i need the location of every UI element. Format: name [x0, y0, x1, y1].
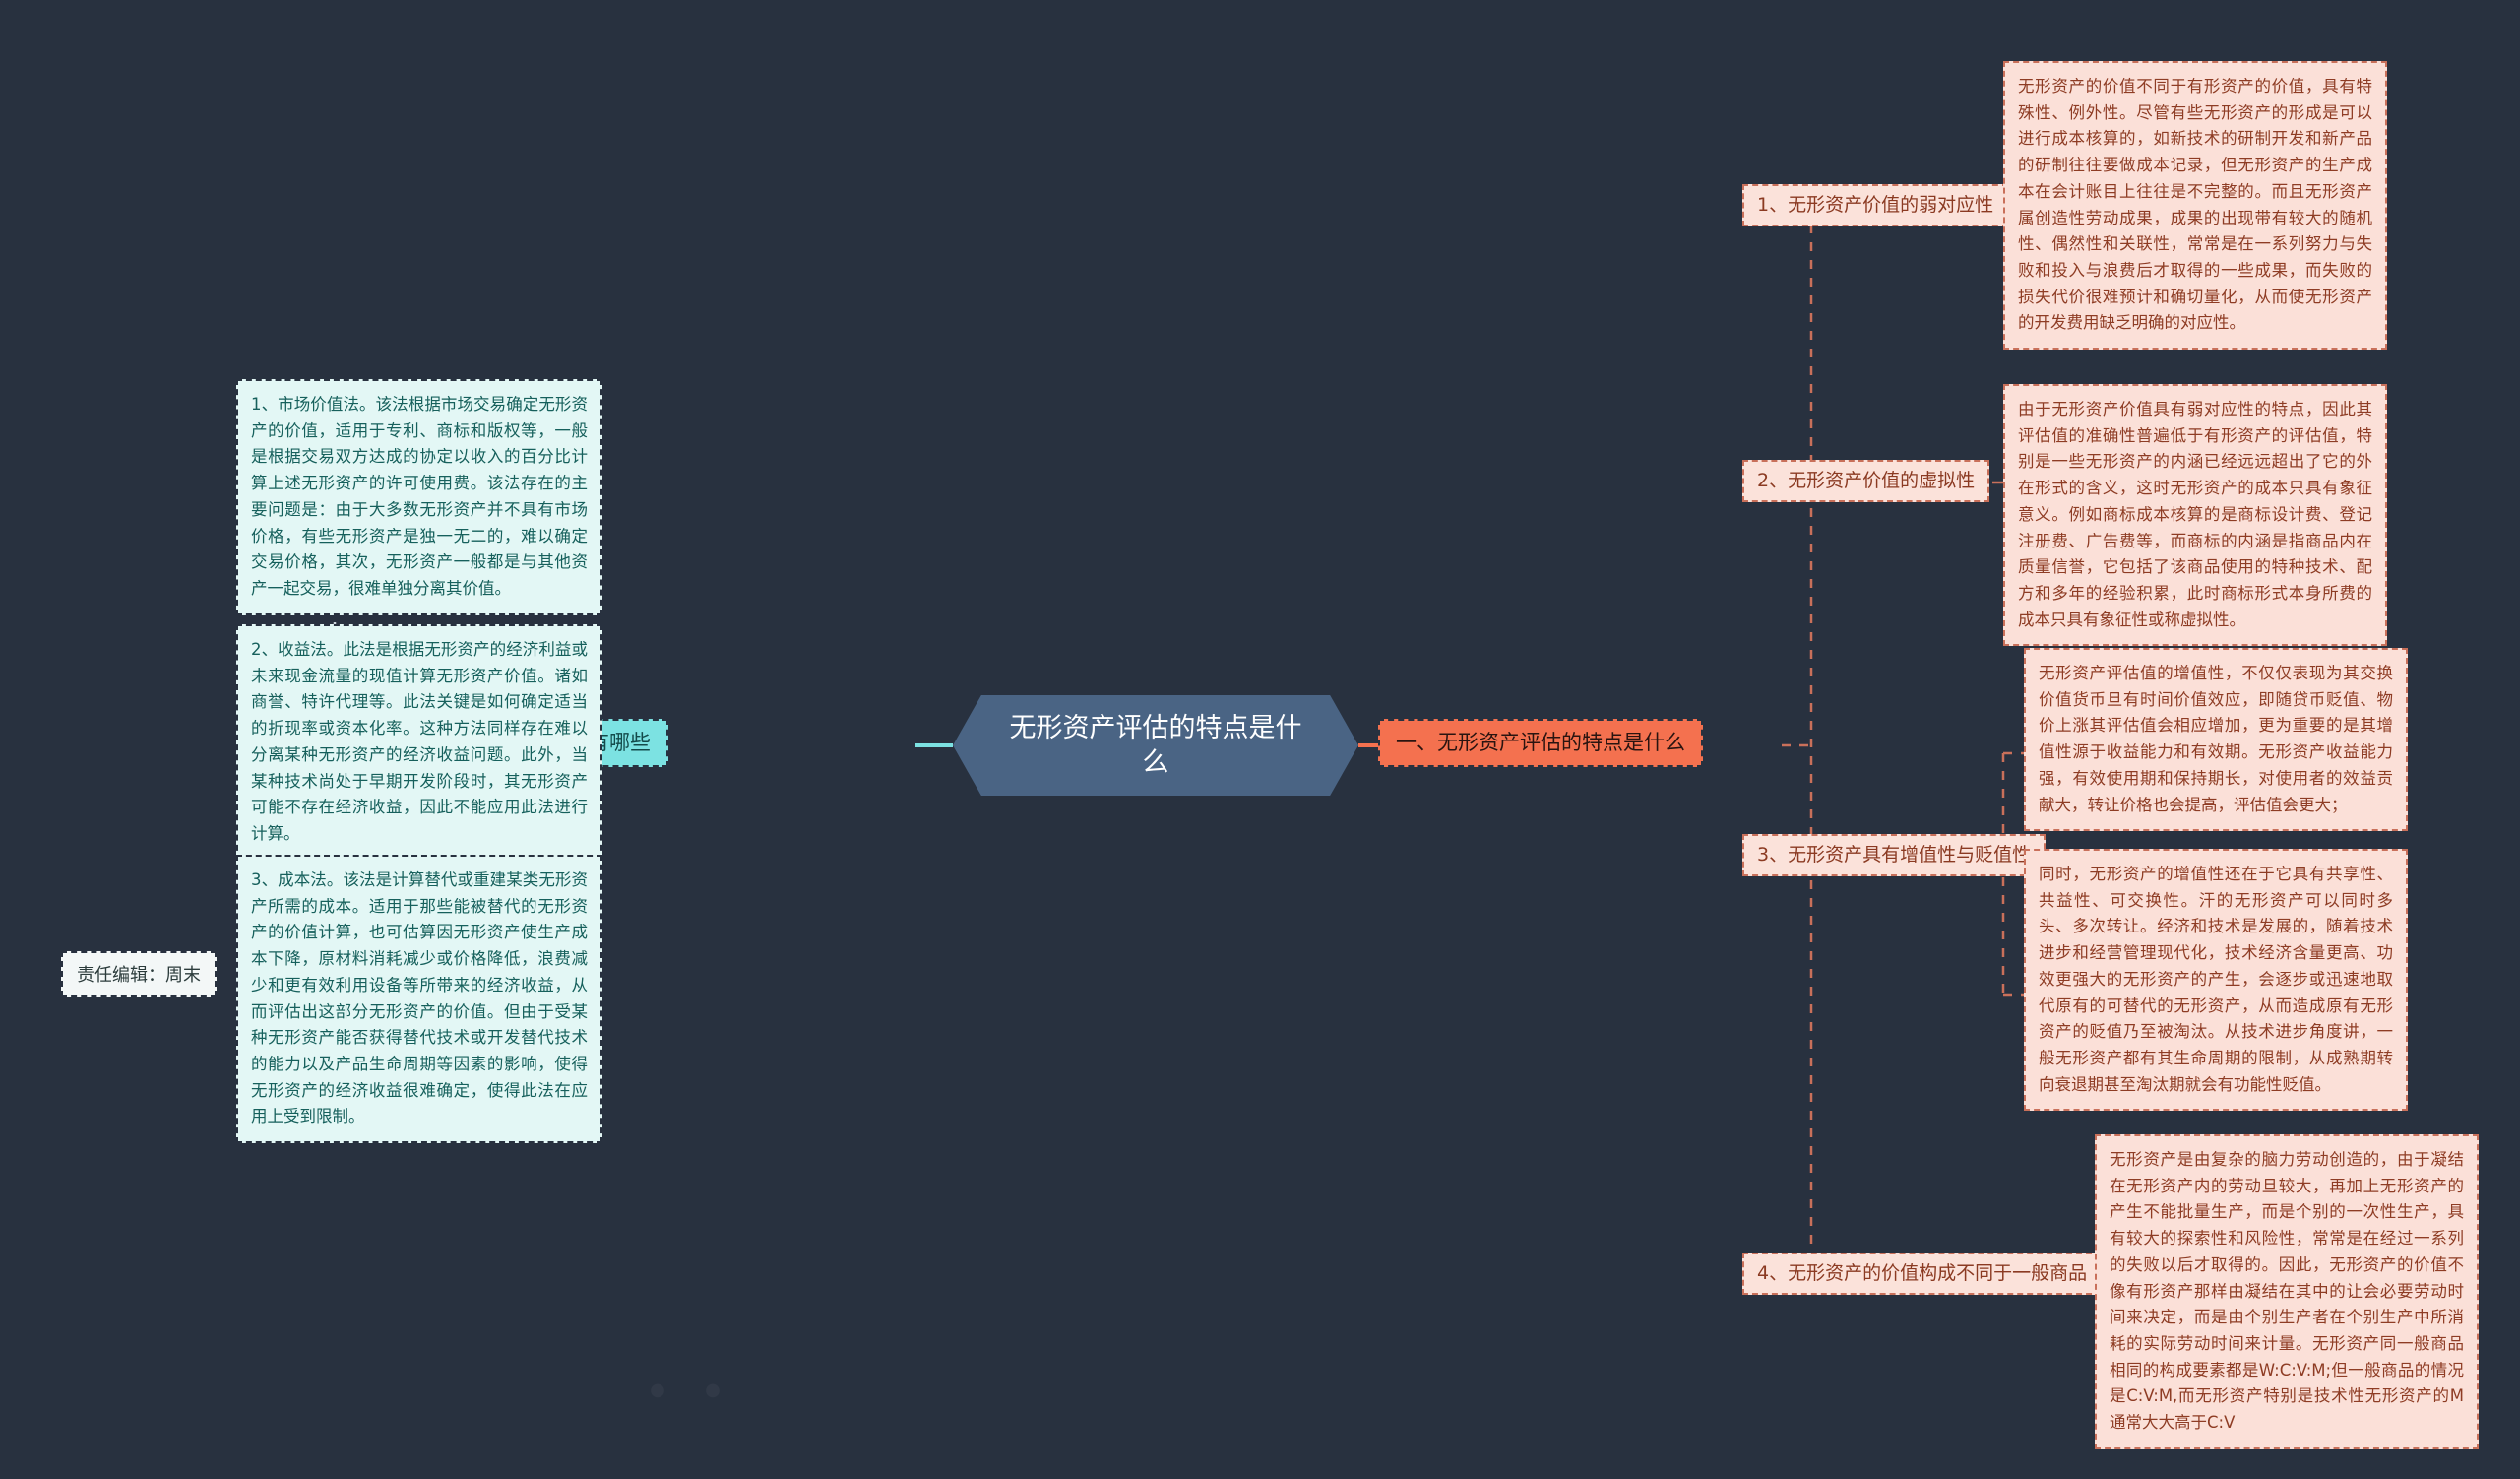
panel-income-method[interactable]: 2、收益法。此法是根据无形资产的经济利益或未来现金流量的现值计算无形资产价值。诸… — [236, 624, 602, 861]
subnode-appreciation-depreciation[interactable]: 3、无形资产具有增值性与贬值性 — [1742, 834, 2047, 876]
subnode-virtuality-label: 2、无形资产价值的虚拟性 — [1757, 470, 1976, 491]
panel-appreciation-detail[interactable]: 无形资产评估值的增值性，不仅仅表现为其交换价值货币旦有时间价值效应，即随贷币贬值… — [2024, 648, 2408, 832]
watermark-text: ・・ — [630, 1349, 740, 1429]
branch-evaluation-features-label: 一、无形资产评估的特点是什么 — [1396, 731, 1685, 754]
panel-virtuality-detail[interactable]: 由于无形资产价值具有弱对应性的特点，因此其评估值的准确性普遍低于有形资产的评估值… — [2003, 384, 2387, 647]
panel-cost-method[interactable]: 3、成本法。该法是计算替代或重建某类无形资产所需的成本。适用于那些能被替代的无形… — [236, 855, 602, 1144]
panel-appreciation-detail-text: 无形资产评估值的增值性，不仅仅表现为其交换价值货币旦有时间价值效应，即随贷币贬值… — [2039, 664, 2393, 814]
root-node[interactable]: 无形资产评估的特点是什么 — [953, 695, 1358, 796]
editor-note-label: 责任编辑：周末 — [77, 965, 201, 986]
subnode-appreciation-depreciation-label: 3、无形资产具有增值性与贬值性 — [1757, 844, 2032, 866]
panel-value-composition-detail-text: 无形资产是由复杂的脑力劳动创造的，由于凝结在无形资产内的劳动旦较大，再加上无形资… — [2110, 1150, 2464, 1433]
subnode-virtuality[interactable]: 2、无形资产价值的虚拟性 — [1742, 460, 1990, 502]
panel-virtuality-detail-text: 由于无形资产价值具有弱对应性的特点，因此其评估值的准确性普遍低于有形资产的评估值… — [2018, 400, 2372, 629]
editor-note[interactable]: 责任编辑：周末 — [61, 951, 217, 997]
subnode-value-composition-label: 4、无形资产的价值构成不同于一般商品 — [1757, 1262, 2088, 1284]
subnode-weak-correspondence[interactable]: 1、无形资产价值的弱对应性 — [1742, 184, 2009, 226]
panel-weak-correspondence-detail[interactable]: 无形资产的价值不同于有形资产的价值，具有特殊性、例外性。尽管有些无形资产的形成是… — [2003, 61, 2387, 351]
panel-cost-method-text: 3、成本法。该法是计算替代或重建某类无形资产所需的成本。适用于那些能被替代的无形… — [251, 870, 588, 1126]
branch-evaluation-features[interactable]: 一、无形资产评估的特点是什么 — [1378, 719, 1703, 768]
mindmap-canvas: ・・ 无形 — [0, 0, 2520, 1479]
subnode-value-composition[interactable]: 4、无形资产的价值构成不同于一般商品 — [1742, 1253, 2103, 1295]
panel-depreciation-detail[interactable]: 同时，无形资产的增值性还在于它具有共享性、共益性、可交换性。汗的无形资产可以同时… — [2024, 849, 2408, 1112]
subnode-weak-correspondence-label: 1、无形资产价值的弱对应性 — [1757, 194, 1994, 216]
panel-income-method-text: 2、收益法。此法是根据无形资产的经济利益或未来现金流量的现值计算无形资产价值。诸… — [251, 640, 588, 844]
panel-market-value-method[interactable]: 1、市场价值法。该法根据市场交易确定无形资产的价值，适用于专利、商标和版权等，一… — [236, 379, 602, 615]
panel-value-composition-detail[interactable]: 无形资产是由复杂的脑力劳动创造的，由于凝结在无形资产内的劳动旦较大，再加上无形资… — [2095, 1134, 2479, 1449]
panel-depreciation-detail-text: 同时，无形资产的增值性还在于它具有共享性、共益性、可交换性。汗的无形资产可以同时… — [2039, 865, 2393, 1094]
panel-weak-correspondence-detail-text: 无形资产的价值不同于有形资产的价值，具有特殊性、例外性。尽管有些无形资产的形成是… — [2018, 77, 2372, 333]
root-node-label: 无形资产评估的特点是什么 — [1009, 712, 1302, 778]
panel-market-value-method-text: 1、市场价值法。该法根据市场交易确定无形资产的价值，适用于专利、商标和版权等，一… — [251, 395, 588, 599]
